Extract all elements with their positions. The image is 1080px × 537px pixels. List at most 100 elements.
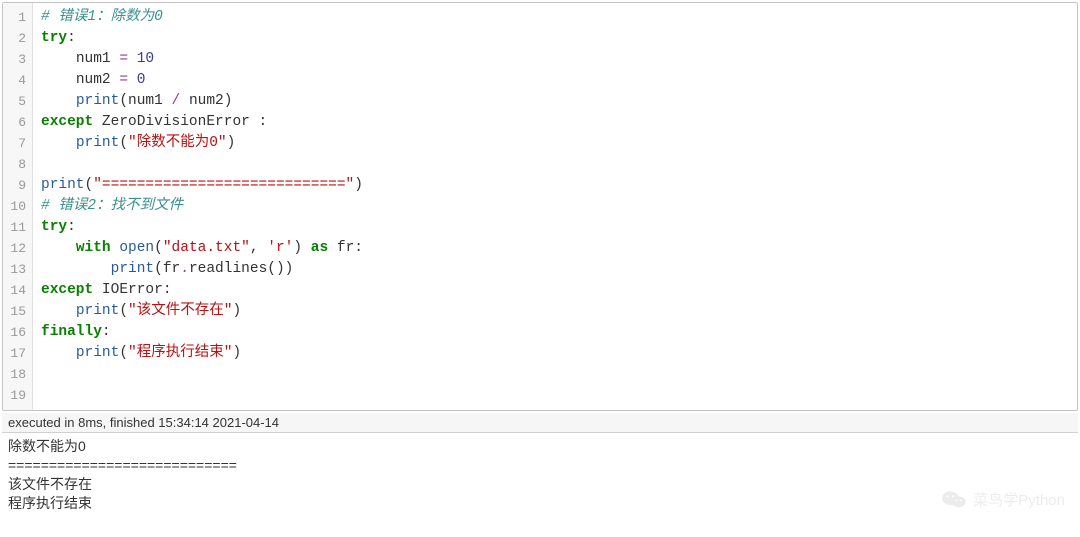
watermark-text: 菜鸟学Python — [973, 489, 1065, 510]
code-line: except ZeroDivisionError : — [41, 112, 1069, 133]
keyword-token: try — [41, 219, 67, 235]
code-line: print(fr.readlines()) — [41, 259, 1069, 280]
code-line — [41, 154, 1069, 175]
punct-token: ( — [119, 345, 128, 361]
punct-token: : — [67, 219, 76, 235]
line-number: 6 — [7, 112, 26, 133]
number-token: 0 — [137, 72, 146, 88]
output-area: 除数不能为0 ============================ 该文件不… — [2, 433, 1078, 517]
name-token: ZeroDivisionError — [93, 114, 258, 130]
line-number: 16 — [7, 322, 26, 343]
line-number: 2 — [7, 28, 26, 49]
keyword-token: as — [302, 240, 337, 256]
output-line: 该文件不存在 — [8, 475, 1072, 494]
name-token: readlines — [189, 261, 267, 277]
line-number: 11 — [7, 217, 26, 238]
line-number: 9 — [7, 175, 26, 196]
code-line: num2 = 0 — [41, 70, 1069, 91]
punct-token: ()) — [267, 261, 293, 277]
builtin-token: print — [41, 177, 85, 193]
keyword-token: with — [76, 240, 111, 256]
line-number: 19 — [7, 385, 26, 406]
line-number: 17 — [7, 343, 26, 364]
punct-token: ( — [119, 135, 128, 151]
builtin-token: print — [76, 303, 120, 319]
code-line: print("除数不能为0") — [41, 133, 1069, 154]
keyword-token: try — [41, 30, 67, 46]
line-number: 1 — [7, 7, 26, 28]
name-token: num1 — [128, 93, 163, 109]
punct-token: ) — [232, 303, 241, 319]
code-line: num1 = 10 — [41, 49, 1069, 70]
code-line: print("============================") — [41, 175, 1069, 196]
punct-token: ) — [224, 93, 233, 109]
code-line: with open("data.txt", 'r') as fr: — [41, 238, 1069, 259]
keyword-token: finally — [41, 324, 102, 340]
op-token: . — [180, 261, 189, 277]
code-line: except IOError: — [41, 280, 1069, 301]
builtin-token: print — [76, 135, 120, 151]
punct-token: ( — [85, 177, 94, 193]
punct-token: ( — [119, 93, 128, 109]
name-token: num2 — [189, 93, 224, 109]
output-line: ============================ — [8, 456, 1072, 475]
string-token: "除数不能为0" — [128, 135, 227, 151]
string-token: "data.txt" — [163, 240, 250, 256]
punct-token: ) — [293, 240, 302, 256]
code-line: # 错误1：除数为0 — [41, 7, 1069, 28]
punct-token: ( — [154, 240, 163, 256]
name-token: fr — [163, 261, 180, 277]
code-line: print("该文件不存在") — [41, 301, 1069, 322]
line-number: 15 — [7, 301, 26, 322]
comment-token: # 错误1：除数为0 — [41, 9, 163, 25]
code-line: try: — [41, 28, 1069, 49]
name-token: IOError — [93, 282, 163, 298]
punct-token: ( — [119, 303, 128, 319]
name-token: num2 — [76, 72, 111, 88]
wechat-icon — [941, 486, 967, 512]
punct-token: : — [354, 240, 363, 256]
line-number: 13 — [7, 259, 26, 280]
comment-token: # 错误2：找不到文件 — [41, 198, 183, 214]
op-token: = — [111, 72, 137, 88]
line-number: 7 — [7, 133, 26, 154]
punct-token: ) — [227, 135, 236, 151]
string-token: "程序执行结束" — [128, 345, 232, 361]
punct-token: ) — [232, 345, 241, 361]
code-editor[interactable]: # 错误1：除数为0 try: num1 = 10 num2 = 0 print… — [33, 3, 1077, 410]
number-token: 10 — [137, 51, 154, 67]
punct-token: ( — [154, 261, 163, 277]
keyword-token: except — [41, 282, 93, 298]
punct-token: : — [67, 30, 76, 46]
string-token: 'r' — [267, 240, 293, 256]
punct-token: : — [102, 324, 111, 340]
output-line: 程序执行结束 — [8, 494, 1072, 513]
punct-token: : — [259, 114, 268, 130]
builtin-token: print — [111, 261, 155, 277]
execution-status: executed in 8ms, finished 15:34:14 2021-… — [2, 413, 1078, 433]
line-number: 4 — [7, 70, 26, 91]
op-token: / — [163, 93, 189, 109]
code-line: print(num1 / num2) — [41, 91, 1069, 112]
builtin-token: print — [76, 93, 120, 109]
code-line: print("程序执行结束") — [41, 343, 1069, 364]
line-number: 5 — [7, 91, 26, 112]
punct-token: , — [250, 240, 267, 256]
line-number: 12 — [7, 238, 26, 259]
line-number: 3 — [7, 49, 26, 70]
line-number: 8 — [7, 154, 26, 175]
keyword-token: except — [41, 114, 93, 130]
punct-token: : — [163, 282, 172, 298]
builtin-token: print — [76, 345, 120, 361]
builtin-token: open — [111, 240, 155, 256]
line-number: 14 — [7, 280, 26, 301]
code-line: # 错误2：找不到文件 — [41, 196, 1069, 217]
code-line: finally: — [41, 322, 1069, 343]
op-token: = — [111, 51, 137, 67]
name-token: num1 — [76, 51, 111, 67]
line-number: 18 — [7, 364, 26, 385]
code-line — [41, 385, 1069, 406]
code-line — [41, 364, 1069, 385]
watermark: 菜鸟学Python — [941, 486, 1065, 512]
line-number-gutter: 1 2 3 4 5 6 7 8 9 10 11 12 13 14 15 16 1… — [3, 3, 33, 410]
